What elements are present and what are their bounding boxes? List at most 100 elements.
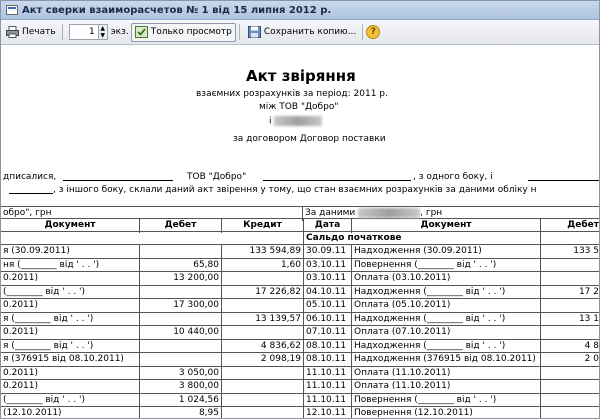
cell-date: 12.10.11	[304, 407, 352, 418]
cell-date: 04.10.11	[304, 285, 352, 300]
cell-right-document: Повернення (12.10.2011)	[352, 407, 541, 418]
copies-unit: экз.	[110, 27, 129, 37]
report-and: і	[269, 116, 323, 127]
redacted-counterparty	[358, 207, 421, 218]
cell-left-credit	[222, 299, 304, 313]
para2: , з іншого боку, склали даний акт звірен…	[53, 185, 537, 195]
cell-left-debit: 17 300,00	[140, 299, 222, 313]
cell-date: 08.10.11	[304, 339, 352, 354]
report-document: Акт звіряння взаємних розрахунків за пер…	[1, 46, 599, 418]
cell-left-document: 0.2011)	[1, 272, 140, 286]
document-icon	[6, 5, 18, 15]
copies-spinner[interactable]: ▲ ▼	[98, 24, 108, 40]
cell-right-debit: 4 8	[584, 340, 599, 351]
table-row: я (30.09.2011) 133 594,89 30.09.11 Надходже…	[1, 245, 599, 259]
cell-date: 07.10.11	[304, 326, 352, 340]
cell-right-document: Оплата (03.10.2011)	[352, 272, 541, 286]
cell-left-credit	[222, 380, 304, 394]
signature-line	[9, 193, 53, 194]
cell-right-document: Оплата (05.10.2011)	[352, 299, 541, 313]
table-section-header: обро", грн За даними , грн	[1, 206, 599, 221]
cell-left-debit: 10 440,00	[140, 326, 222, 340]
cell-right-debit	[541, 326, 599, 340]
col-header-document: Документ	[1, 219, 140, 233]
cell-left-debit	[140, 353, 222, 367]
table-row: 0.2011) 17 300,00 05.10.11 Оплата (05.10.20…	[1, 299, 599, 313]
cell-right-debit	[541, 272, 599, 286]
cell-right-document: Надходження (________ від ' . . ')	[352, 312, 541, 327]
cell-left-credit: 4 836,62	[222, 339, 304, 354]
cell-right-document: Надходження (________ від ' . . ')	[352, 285, 541, 300]
table-row: 0.2011) 13 200,00 03.10.11 Оплата (03.10.20…	[1, 272, 599, 286]
cell-left-document: 0.2011)	[1, 366, 140, 381]
cell-date: 03.10.11	[304, 258, 352, 273]
cell-date: 03.10.11	[304, 272, 352, 286]
cell-right-debit	[541, 299, 599, 313]
cell-left-credit	[222, 272, 304, 286]
redacted-counterparty	[274, 116, 323, 126]
help-icon[interactable]: ?	[366, 25, 381, 39]
print-button[interactable]: Печать	[3, 23, 59, 42]
cell-left-document: (________ від ' . . ')	[1, 393, 140, 408]
cell-left-debit: 1 024,56	[140, 393, 222, 408]
toolbar: Печать 1 ▲ ▼ экз. Только просмотр Сохрани…	[1, 20, 599, 45]
copies-input[interactable]: 1	[68, 24, 99, 40]
cell-left-document: 0.2011)	[1, 326, 140, 340]
cell-right-debit	[541, 259, 599, 273]
cell-left-debit: 13 200,00	[140, 272, 222, 286]
cell-date: 05.10.11	[304, 299, 352, 313]
cell-left-credit: 17 226,82	[222, 285, 304, 300]
report-window: Акт сверки взаиморасчетов № 1 від 15 лип…	[0, 0, 600, 419]
toolbar-separator	[238, 24, 240, 40]
cell-right-debit: 17 2	[578, 286, 599, 297]
cell-right-debit: 133 5	[573, 246, 599, 256]
reconciliation-table: обро", грн За даними , грн Документ Дебе…	[1, 206, 599, 418]
table-row: 0.2011) 3 050,00 11.10.11 Оплата (11.10.201…	[1, 366, 599, 381]
toolbar-separator	[61, 24, 63, 40]
cell-left-credit	[222, 366, 304, 381]
right-header-prefix: За даними	[305, 208, 356, 218]
table-row: я (________ від ' . . ') 13 139,57 06.10.1…	[1, 312, 599, 327]
cell-left-credit: 2 098,19	[222, 353, 304, 367]
cell-right-document: Оплата (11.10.2011)	[352, 366, 541, 381]
cell-date: 11.10.11	[304, 366, 352, 381]
opening-balance-left	[1, 232, 304, 246]
opening-balance-right	[541, 232, 599, 246]
cell-right-debit	[541, 367, 599, 381]
save-copy-button[interactable]: Сохранить копию...	[245, 23, 359, 42]
report-between: між ТОВ "Добро"	[259, 102, 339, 112]
cell-left-document: 0.2011)	[1, 380, 140, 394]
cell-left-debit	[140, 245, 222, 259]
report-contract: за договором Договор поставки	[233, 134, 386, 144]
cell-right-document: Надходження (30.09.2011)	[352, 245, 541, 259]
save-icon	[247, 26, 261, 38]
col-header-debit: Дебет	[140, 219, 222, 233]
signature-line	[263, 180, 411, 181]
right-header-suffix: , грн	[420, 208, 443, 218]
cell-right-debit	[541, 394, 599, 408]
cell-left-document: (________ від ' . . ')	[1, 285, 140, 300]
table-header-row: Документ Дебет Кредит Дата Документ Дебе…	[1, 219, 599, 233]
print-label: Печать	[22, 27, 56, 37]
table-row: 0.2011) 10 440,00 07.10.11 Оплата (07.10.20…	[1, 326, 599, 340]
cell-left-debit: 3 050,00	[140, 366, 222, 381]
col-header-debit-right: Дебет	[567, 220, 599, 230]
cell-left-credit: 133 594,89	[222, 245, 304, 259]
cell-right-document: Повернення (________ від ' . . ')	[352, 393, 541, 408]
table-row: я (________ від ' . . ') 4 836,62 08.10.11…	[1, 339, 599, 354]
cell-left-debit: 65,80	[140, 258, 222, 273]
cell-left-document: я (________ від ' . . ')	[1, 312, 140, 327]
cell-left-document: я (________ від ' . . ')	[1, 339, 140, 354]
table-row: (12.10.2011) 8,95 12.10.11 Повернення (12.1…	[1, 407, 599, 418]
window-title: Акт сверки взаиморасчетов № 1 від 15 лип…	[22, 4, 332, 16]
table-row: 0.2011) 3 800,00 11.10.11 Оплата (11.10.201…	[1, 380, 599, 394]
cell-right-debit	[541, 380, 599, 394]
title-bar: Акт сверки взаиморасчетов № 1 від 15 лип…	[1, 1, 599, 20]
and-text: і	[269, 116, 272, 127]
cell-left-credit	[222, 326, 304, 340]
cell-date: 11.10.11	[304, 380, 352, 394]
report-title: Акт звіряння	[246, 67, 356, 85]
view-only-toggle[interactable]: Только просмотр	[130, 22, 236, 42]
table-row: ня (________ від ' . . ') 65,80 1,60 03.10.…	[1, 258, 599, 273]
cell-left-credit	[222, 393, 304, 408]
